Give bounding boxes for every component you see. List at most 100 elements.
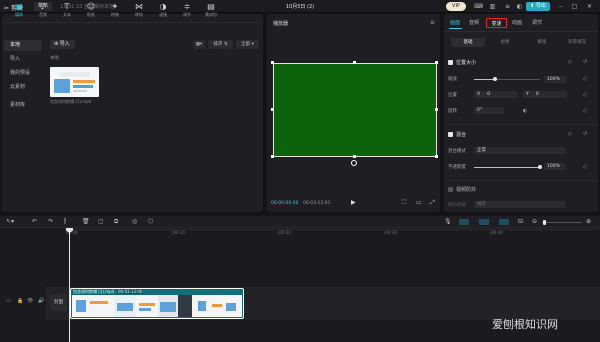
- resize-handle[interactable]: [353, 61, 356, 64]
- resize-handle[interactable]: [435, 155, 438, 158]
- freeze-icon[interactable]: ▢: [98, 218, 104, 225]
- stabilize-level-select[interactable]: 推荐: [474, 201, 566, 208]
- tab-transition[interactable]: ⋈ 转场: [128, 2, 150, 21]
- resize-handle[interactable]: [271, 108, 274, 111]
- tab-speed[interactable]: 变速: [486, 18, 507, 28]
- subtab-basic[interactable]: 基础: [451, 38, 485, 47]
- subtab-background[interactable]: 背景填充: [560, 38, 594, 47]
- blend-reset-icon[interactable]: ↺: [583, 131, 587, 137]
- cover-button[interactable]: 封面: [50, 294, 67, 311]
- filter-button[interactable]: 全部 ▾: [236, 40, 259, 49]
- player-menu-icon[interactable]: ≡: [430, 19, 435, 26]
- sidebar-item[interactable]: 我的预设: [4, 68, 42, 79]
- settings-icon[interactable]: ≡: [503, 2, 512, 11]
- maximize-icon[interactable]: □: [570, 2, 579, 11]
- mask-icon[interactable]: ◐: [515, 2, 524, 11]
- tab-animation[interactable]: 动画: [509, 18, 525, 28]
- zoom-slider[interactable]: [542, 222, 582, 223]
- main-track-magnet-icon[interactable]: [459, 219, 469, 225]
- sidebar-item[interactable]: 本地: [4, 40, 42, 51]
- ruler-label: |00:30: [384, 230, 397, 235]
- import-button[interactable]: ⊕ 导入: [50, 40, 75, 49]
- opacity-keyframe-icon[interactable]: ◇: [583, 164, 587, 170]
- play-icon[interactable]: ▶: [351, 199, 356, 206]
- blend-checkbox[interactable]: [448, 132, 453, 137]
- fullscreen-icon[interactable]: ⤢: [430, 199, 435, 207]
- auto-snap-icon[interactable]: [479, 219, 489, 225]
- toolbar-divider: [2, 22, 263, 23]
- minimize-icon[interactable]: –: [556, 2, 565, 11]
- tab-sticker[interactable]: ☺ 贴纸: [80, 2, 102, 21]
- stabilize-checkbox[interactable]: [448, 187, 453, 192]
- position-x-field[interactable]: X 0: [474, 91, 518, 98]
- position-y-field[interactable]: Y 0: [523, 91, 567, 98]
- reverse-icon[interactable]: ◎: [132, 218, 137, 225]
- tab-adjust[interactable]: 调节: [529, 18, 545, 28]
- link-icon[interactable]: [499, 219, 509, 225]
- subtab-matting[interactable]: 抠像: [488, 38, 522, 47]
- track-lock-icon[interactable]: ▭: [6, 298, 11, 304]
- zoom-in-icon[interactable]: ⊕: [586, 218, 591, 225]
- resize-handle[interactable]: [353, 155, 356, 158]
- rotate-dial-icon[interactable]: ◐: [523, 108, 527, 114]
- video-preview[interactable]: [273, 63, 437, 157]
- scale-keyframe-icon[interactable]: ◇: [583, 76, 587, 82]
- tab-template[interactable]: ▤ 素材包: [200, 2, 222, 21]
- tab-picture[interactable]: 画面: [447, 18, 463, 28]
- undo-icon[interactable]: ↶: [32, 218, 37, 225]
- tab-effects[interactable]: ✦ 特效: [104, 2, 126, 21]
- crop-icon[interactable]: ⬡: [148, 218, 153, 225]
- resize-handle[interactable]: [435, 108, 438, 111]
- fit-view-icon[interactable]: ⛶: [402, 199, 406, 207]
- sort-button[interactable]: 排序 ⇅: [208, 40, 233, 49]
- microphone-icon[interactable]: 🎙: [444, 218, 452, 225]
- playhead[interactable]: [69, 229, 70, 342]
- effects-icon: ✦: [111, 2, 119, 11]
- ratio-icon[interactable]: ▭: [416, 199, 422, 206]
- sidebar-item[interactable]: 云素材: [4, 82, 42, 93]
- media-thumbnail[interactable]: [50, 67, 99, 97]
- mirror-icon[interactable]: ⧉: [114, 218, 118, 226]
- reset-icon[interactable]: ↺: [583, 59, 587, 65]
- zoom-slider-knob[interactable]: [543, 220, 546, 225]
- resize-handle[interactable]: [271, 61, 274, 64]
- sidebar-item[interactable]: 导入: [4, 54, 42, 65]
- delete-icon[interactable]: 🗑: [82, 218, 90, 225]
- resize-handle[interactable]: [271, 155, 274, 158]
- select-tool-icon[interactable]: ↖▾: [6, 218, 14, 225]
- zoom-out-icon[interactable]: ⊖: [532, 218, 537, 225]
- track-mute-icon[interactable]: 🔊: [38, 298, 44, 304]
- resize-handle[interactable]: [435, 61, 438, 64]
- layout-icon[interactable]: ▥: [488, 2, 497, 11]
- sidebar-item[interactable]: 素材库: [4, 100, 42, 111]
- tab-filter[interactable]: ◑ 滤镜: [152, 2, 174, 21]
- rotate-field[interactable]: 0°: [474, 107, 504, 114]
- close-icon[interactable]: ✕: [585, 2, 594, 11]
- blend-mode-select[interactable]: 正常: [474, 147, 566, 154]
- position-size-checkbox[interactable]: [448, 60, 453, 65]
- tab-text[interactable]: T 文本: [56, 2, 78, 21]
- opacity-slider-knob[interactable]: [538, 165, 542, 169]
- opacity-value[interactable]: 100%: [544, 163, 566, 170]
- view-toggle[interactable]: ▦▾: [193, 40, 205, 49]
- shortcut-icon[interactable]: ⌨: [474, 2, 483, 11]
- blend-keyframe-icon[interactable]: ◇: [568, 131, 572, 137]
- redo-icon[interactable]: ↷: [48, 218, 53, 225]
- rotate-handle-icon[interactable]: [351, 160, 357, 166]
- track-lock-icon-2[interactable]: 🔒: [17, 298, 23, 304]
- subtab-mask[interactable]: 蒙版: [525, 38, 559, 47]
- tab-adjust[interactable]: ≑ 调节: [176, 2, 198, 21]
- export-button[interactable]: ⬆ 导出: [526, 2, 550, 11]
- tab-audio[interactable]: ♪ 音频: [32, 2, 54, 21]
- position-keyframe-icon[interactable]: ◇: [583, 92, 587, 98]
- vip-badge[interactable]: VIP: [446, 2, 466, 11]
- track-visibility-icon[interactable]: 👁: [27, 298, 33, 304]
- tab-media[interactable]: ▣ 媒体: [8, 2, 30, 21]
- preview-axis-icon[interactable]: ⊟: [518, 218, 523, 225]
- split-icon[interactable]: ⫿: [64, 218, 66, 226]
- rotate-keyframe-icon[interactable]: ◇: [583, 108, 587, 114]
- scale-slider-knob[interactable]: [493, 77, 497, 81]
- keyframe-icon[interactable]: ◇: [568, 59, 572, 65]
- tab-audio[interactable]: 音频: [466, 18, 482, 28]
- scale-value[interactable]: 100%: [544, 76, 566, 83]
